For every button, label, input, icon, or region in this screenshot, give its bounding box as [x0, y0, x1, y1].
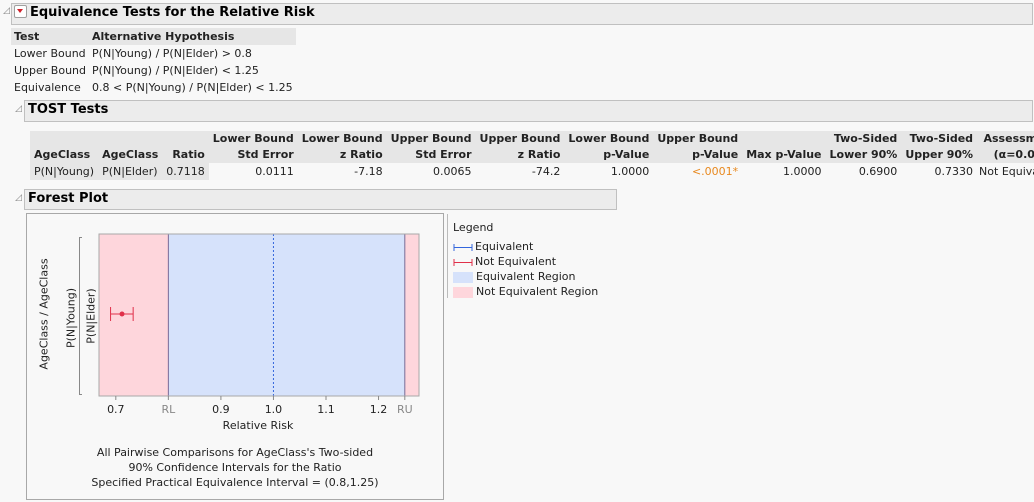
not-equivalent-region-swatch	[453, 286, 473, 298]
legend-label: Equivalent	[475, 240, 534, 253]
legend-item-equivalent-region[interactable]: Equivalent Region	[453, 270, 575, 284]
x-tick-label: 1.0	[264, 403, 283, 416]
legend-divider	[447, 214, 448, 298]
caption-line: 90% Confidence Intervals for the Ratio	[128, 461, 342, 474]
x-axis-title: Relative Risk	[222, 419, 294, 432]
x-tick-label: 1.1	[317, 403, 335, 416]
point-estimate	[119, 311, 125, 317]
equivalent-interval-icon	[453, 243, 473, 251]
legend-item-not-equivalent[interactable]: Not Equivalent	[453, 255, 556, 269]
legend-item-not-equivalent-region[interactable]: Not Equivalent Region	[453, 285, 598, 299]
x-tick-label: 1.2	[369, 403, 388, 416]
x-tick-label: RL	[161, 403, 176, 416]
legend-label: Not Equivalent	[475, 255, 557, 268]
not-equivalent-region-right	[404, 234, 419, 396]
forest-plot-caption: All Pairwise Comparisons for AgeClass's …	[26, 445, 444, 490]
legend-item-equivalent[interactable]: Equivalent	[453, 240, 533, 254]
legend-label: Not Equivalent Region	[476, 285, 599, 298]
legend-title: Legend	[453, 221, 494, 234]
equivalent-region-swatch	[453, 271, 473, 283]
x-tick-label: RU	[396, 403, 413, 416]
caption-line: Specified Practical Equivalence Interval…	[91, 476, 379, 489]
legend-label: Equivalent Region	[476, 270, 576, 283]
caption-line: All Pairwise Comparisons for AgeClass's …	[96, 446, 374, 459]
not-equivalent-region-left	[99, 234, 169, 396]
not-equivalent-interval-icon	[453, 258, 473, 266]
equivalent-region	[168, 234, 405, 396]
x-tick-label: 0.7	[107, 403, 125, 416]
x-tick-label: 0.9	[212, 403, 230, 416]
